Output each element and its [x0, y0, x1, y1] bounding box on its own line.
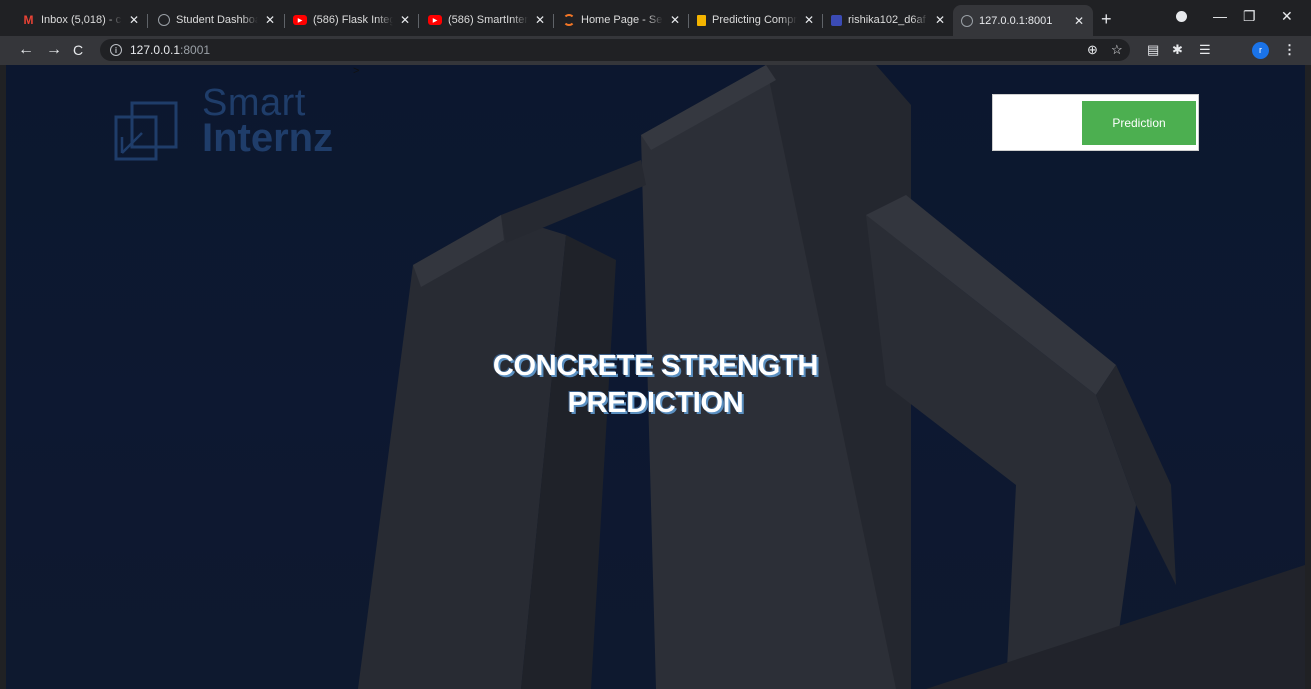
minimize-button[interactable]: — — [1213, 8, 1227, 24]
globe-icon — [961, 14, 973, 27]
tab-title: Predicting Compr — [712, 14, 797, 26]
tab-localhost-active[interactable]: 127.0.0.1:8001 ✕ — [953, 5, 1093, 36]
tab-title: Home Page - Sele — [581, 14, 663, 26]
title-line-2: PREDICTION — [567, 387, 744, 419]
tab-separator — [284, 14, 285, 28]
tab-strip: M Inbox (5,018) - chi ✕ Student Dashboar… — [0, 0, 1311, 36]
close-window-button[interactable]: ✕ — [1281, 8, 1293, 25]
tab-title: (586) Flask Integr — [313, 14, 393, 26]
media-control-icon[interactable]: ☰ — [1199, 42, 1211, 58]
tab-student-dashboard[interactable]: Student Dashboard ✕ — [158, 9, 276, 31]
profile-avatar[interactable]: r — [1252, 42, 1269, 59]
browser-toolbar: ← → C i 127.0.0.1:8001 ⊕ ☆ ▤ ✱ ☰ r ⋮ — [0, 36, 1311, 65]
tab-ibm-cloud[interactable]: rishika102_d6af - ✕ — [831, 9, 946, 31]
close-tab-icon[interactable]: ✕ — [934, 13, 946, 27]
youtube-icon: ▶ — [428, 15, 442, 25]
info-icon[interactable]: i — [110, 44, 122, 56]
notebook-icon — [697, 14, 706, 26]
tab-flask-integration[interactable]: ▶ (586) Flask Integr ✕ — [293, 9, 411, 31]
smartinternz-logo: Smart Internz — [114, 81, 364, 161]
stray-text: > — [353, 65, 360, 77]
url-port: :8001 — [180, 43, 211, 57]
close-tab-icon[interactable]: ✕ — [264, 13, 276, 27]
tab-title: Student Dashboard — [176, 14, 258, 26]
extensions-icon[interactable]: ✱ — [1172, 42, 1183, 58]
logo-text-internz: Internz — [202, 116, 334, 160]
title-line-1: CONCRETE STRENGTH — [492, 350, 819, 382]
reload-button[interactable]: C — [73, 40, 83, 60]
page-content: Smart Internz > Prediction CONCRETE STRE… — [6, 65, 1305, 689]
bookmark-star-icon[interactable]: ☆ — [1111, 42, 1123, 58]
tab-smartinternz-youtube[interactable]: ▶ (586) SmartIntern ✕ — [428, 9, 546, 31]
new-tab-button[interactable]: + — [1101, 9, 1112, 29]
menu-icon[interactable]: ⋮ — [1283, 42, 1296, 58]
tab-separator — [418, 14, 419, 28]
url-host: 127.0.0.1 — [130, 43, 181, 57]
back-button[interactable]: ← — [18, 40, 34, 60]
page-title: CONCRETE STRENGTH PREDICTION — [6, 348, 1305, 422]
tab-title: rishika102_d6af - — [848, 14, 928, 26]
youtube-icon: ▶ — [293, 15, 307, 25]
close-tab-icon[interactable]: ✕ — [534, 13, 546, 27]
tab-title: (586) SmartIntern — [448, 14, 528, 26]
prediction-button-container: Prediction — [992, 94, 1199, 151]
gmail-icon: M — [23, 13, 34, 27]
tab-search-icon[interactable] — [1176, 9, 1187, 25]
globe-icon — [158, 14, 170, 26]
tab-gmail[interactable]: M Inbox (5,018) - chi ✕ — [22, 9, 140, 31]
prediction-button[interactable]: Prediction — [1082, 101, 1196, 145]
tab-separator — [688, 14, 689, 28]
ibm-icon — [831, 14, 842, 26]
tab-separator — [147, 14, 148, 28]
close-tab-icon[interactable]: ✕ — [399, 13, 411, 27]
tab-home-page[interactable]: Home Page - Sele ✕ — [563, 9, 681, 31]
logo-mark-icon — [114, 101, 178, 161]
zoom-icon[interactable]: ⊕ — [1087, 42, 1098, 58]
tab-predicting-compressive[interactable]: Predicting Compr ✕ — [697, 9, 815, 31]
tab-separator — [822, 14, 823, 28]
jupyter-icon — [563, 14, 575, 26]
address-bar[interactable]: i 127.0.0.1:8001 — [100, 39, 1130, 61]
tab-separator — [553, 14, 554, 28]
reading-list-icon[interactable]: ▤ — [1147, 42, 1159, 58]
close-tab-icon[interactable]: ✕ — [669, 13, 681, 27]
close-tab-icon[interactable]: ✕ — [1073, 14, 1085, 28]
close-tab-icon[interactable]: ✕ — [128, 13, 140, 27]
forward-button[interactable]: → — [46, 40, 62, 60]
restore-button[interactable]: ❐ — [1243, 8, 1256, 25]
tab-title: Inbox (5,018) - chi — [41, 14, 122, 26]
tab-title: 127.0.0.1:8001 — [979, 14, 1053, 27]
close-tab-icon[interactable]: ✕ — [803, 13, 815, 27]
